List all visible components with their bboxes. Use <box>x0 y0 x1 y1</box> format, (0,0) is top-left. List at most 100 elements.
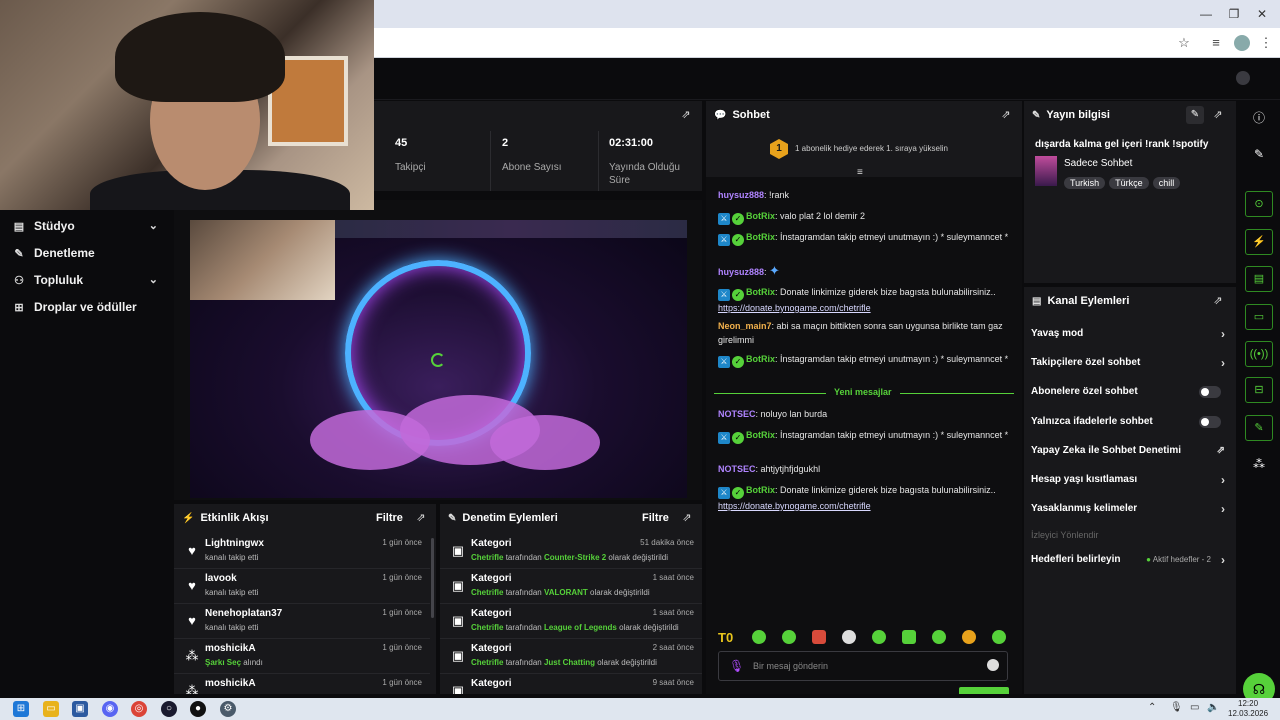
windows-start-icon[interactable]: ⊞ <box>13 701 29 717</box>
followers-only-row[interactable]: Takipçilere özel sohbet › <box>1031 353 1229 373</box>
bookmark-star-icon[interactable]: ☆ <box>1176 35 1192 51</box>
banned-words-row[interactable]: Yasaklanmış kelimeler › <box>1031 499 1229 519</box>
timestamp: 2 saat önce <box>652 643 694 652</box>
network-icon[interactable]: ▭ <box>1190 702 1199 713</box>
camera-icon[interactable]: ⊙ <box>1245 191 1273 217</box>
sidebar-item-moderation[interactable]: ✎ Denetleme <box>12 243 162 263</box>
media-control-icon[interactable]: ≡ <box>1208 35 1224 51</box>
account-age-row[interactable]: Hesap yaşı kısıtlaması › <box>1031 470 1229 490</box>
filter-button[interactable]: Filtre <box>642 512 669 524</box>
username[interactable]: lavook <box>205 573 237 584</box>
event-text: kanalı takip etti <box>205 553 259 562</box>
slow-mode-row[interactable]: Yavaş mod › <box>1031 324 1229 344</box>
popout-icon[interactable]: ⇗ <box>1212 295 1224 307</box>
lightning-icon[interactable]: ⚡ <box>1245 229 1273 255</box>
popout-icon[interactable]: ⇗ <box>681 512 693 524</box>
sidebar-item-community[interactable]: ⚇ Topluluk ⌄ <box>12 270 162 290</box>
broadcast-icon[interactable]: ((•)) <box>1245 341 1273 367</box>
tag[interactable]: Türkçe <box>1109 177 1149 189</box>
points-icon: ⁂ <box>185 683 199 694</box>
microphone-icon[interactable]: 🎙 <box>1170 702 1183 713</box>
send-button[interactable] <box>959 687 1009 694</box>
action-detail: Chetrifle tarafından Counter-Strike 2 ol… <box>471 553 669 562</box>
close-icon[interactable]: ✕ <box>1254 6 1270 22</box>
action-detail: Chetrifle tarafından Just Chatting olara… <box>471 658 657 667</box>
donate-link[interactable]: https://donate.bynogame.com/chetrifle <box>718 501 871 511</box>
popout-icon[interactable]: ⇗ <box>1212 109 1224 121</box>
filter-button[interactable]: Filtre <box>376 512 403 524</box>
clock[interactable]: 12:20 12.03.2026 <box>1228 699 1268 719</box>
emote-icon[interactable] <box>902 630 916 644</box>
popout-icon[interactable]: ⇗ <box>1000 109 1012 121</box>
emoji-picker-icon[interactable] <box>987 659 999 671</box>
more-menu-icon[interactable]: ⋮ <box>1258 35 1274 51</box>
user-avatar[interactable] <box>1236 71 1250 85</box>
store-icon[interactable]: ▣ <box>72 701 88 717</box>
goals-row[interactable]: Hedefleri belirleyin ● Aktif hedefler - … <box>1031 550 1229 570</box>
emote-icon[interactable] <box>812 630 826 644</box>
heart-icon: ♥ <box>188 578 196 593</box>
pinned-toggle-icon[interactable]: ≡ <box>857 167 863 178</box>
activity-feed-panel: ⚡ Etkinlik Akışı Filtre ⇗ ♥ Lightningwx k… <box>174 504 436 694</box>
sidebar-item-studio[interactable]: ▤ Stüdyo ⌄ <box>12 216 162 236</box>
stream-preview[interactable] <box>190 220 687 498</box>
chevron-right-icon: › <box>1221 473 1225 487</box>
popout-icon[interactable]: ⇗ <box>415 512 427 524</box>
microphone-icon[interactable]: 🎙 <box>729 659 744 673</box>
settings-icon[interactable]: ⚙ <box>220 701 236 717</box>
lightning-icon: ⚡ <box>182 513 195 524</box>
category-icon: ▣ <box>451 683 465 694</box>
subscribers-only-toggle[interactable] <box>1199 386 1221 398</box>
donate-link[interactable]: https://donate.bynogame.com/chetrifle <box>718 303 871 313</box>
clipboard-icon[interactable]: ▤ <box>1245 266 1273 292</box>
profile-avatar-icon[interactable] <box>1234 35 1250 51</box>
app-icon[interactable]: ○ <box>161 701 177 717</box>
obs-icon[interactable]: ● <box>190 701 206 717</box>
discord-icon[interactable]: ◉ <box>102 701 118 717</box>
emote-icon[interactable] <box>992 630 1006 644</box>
emote-icon[interactable] <box>872 630 886 644</box>
file-explorer-icon[interactable]: ▭ <box>43 701 59 717</box>
username[interactable]: Nenehoplatan37 <box>205 608 282 619</box>
category-name[interactable]: Sadece Sohbet <box>1064 158 1132 169</box>
emote-icon[interactable] <box>752 630 766 644</box>
edit-icon[interactable]: ✎ <box>1186 106 1204 124</box>
verified-badge-icon: ✓ <box>732 213 744 225</box>
ai-moderation-row[interactable]: Yapay Zeka ile Sohbet Denetimi ⇗ <box>1031 441 1229 461</box>
taskbar: ⊞ ▭ ▣ ◉ ◎ ○ ● ⚙ ⌃ 🎙 ▭ 🔈 12:20 12.03.2026 <box>0 698 1280 720</box>
maximize-icon[interactable]: ❐ <box>1226 6 1242 22</box>
pencil-icon[interactable]: ✎ <box>1245 141 1273 167</box>
emote-only-toggle[interactable] <box>1199 416 1221 428</box>
timestamp: 1 gün önce <box>382 573 422 582</box>
username[interactable]: moshicikA <box>205 643 256 654</box>
emote-icon[interactable] <box>842 630 856 644</box>
tag[interactable]: Turkish <box>1064 177 1106 189</box>
emote-icon[interactable] <box>782 630 796 644</box>
chevron-right-icon: › <box>1221 327 1225 341</box>
volume-icon[interactable]: 🔈 <box>1207 702 1219 713</box>
popout-icon[interactable]: ⇗ <box>680 109 692 121</box>
stat-value: 45 <box>395 137 408 149</box>
tray-chevron-icon[interactable]: ⌃ <box>1148 702 1156 713</box>
sidebar-item-drops[interactable]: ⊞ Droplar ve ödüller <box>12 297 162 317</box>
verified-badge-icon: ✓ <box>732 432 744 444</box>
info-icon[interactable]: ⓘ <box>1245 105 1273 131</box>
emote-icon[interactable] <box>962 630 976 644</box>
username[interactable]: moshicikA <box>205 678 256 689</box>
emote-icon[interactable] <box>932 630 946 644</box>
scrollbar[interactable] <box>431 538 434 618</box>
gift-promo-text[interactable]: 1 abonelik hediye ederek 1. sıraya yükse… <box>795 144 948 153</box>
layout-icon[interactable]: ⊟ <box>1245 377 1273 403</box>
minimize-icon[interactable]: — <box>1198 6 1214 22</box>
chat-input-box[interactable]: 🎙 Bir mesaj gönderin <box>718 651 1008 681</box>
tag[interactable]: chill <box>1152 177 1181 189</box>
chat-bubble-icon: 💬 <box>714 110 727 121</box>
wrench-icon[interactable]: ✎ <box>1245 415 1273 441</box>
chat-input-placeholder[interactable]: Bir mesaj gönderin <box>753 661 828 671</box>
chrome-icon[interactable]: ◎ <box>131 701 147 717</box>
emote-icon[interactable]: T0 <box>718 630 733 645</box>
chevron-right-icon: › <box>1221 553 1225 567</box>
points-icon[interactable]: ⁂ <box>1245 451 1273 477</box>
username[interactable]: Lightningwx <box>205 538 264 549</box>
chat-icon[interactable]: ▭ <box>1245 304 1273 330</box>
